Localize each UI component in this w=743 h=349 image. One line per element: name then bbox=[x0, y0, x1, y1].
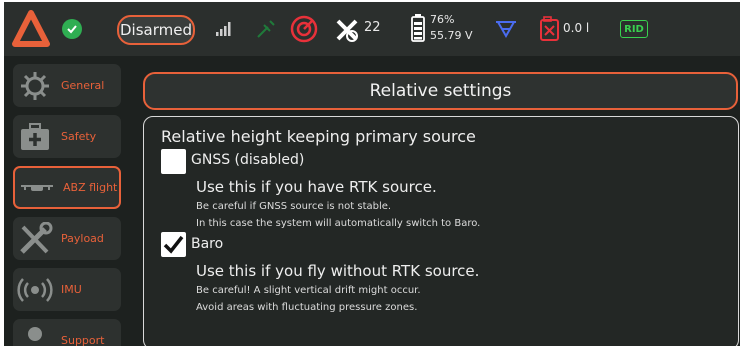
rc-link-icon bbox=[254, 17, 278, 41]
section-title: Relative height keeping primary source bbox=[161, 127, 476, 146]
support-icon bbox=[13, 322, 57, 347]
gnss-option-note: Be careful if GNSS source is not stable. bbox=[196, 201, 392, 212]
sidebar-item-imu[interactable]: IMU bbox=[13, 268, 121, 311]
remote-id-badge: RID bbox=[620, 20, 648, 38]
checkmark-icon bbox=[163, 235, 184, 254]
top-status-bar: Disarmed 22 76% 55.79 V 0.0 l RID bbox=[4, 2, 740, 56]
target-icon[interactable] bbox=[290, 15, 318, 43]
fuel-tank-icon bbox=[539, 16, 561, 42]
sidebar-item-support[interactable]: Support bbox=[13, 319, 121, 346]
sidebar-item-label: ABZ flight bbox=[63, 181, 118, 194]
battery-icon bbox=[411, 14, 425, 42]
tools-icon bbox=[13, 220, 57, 258]
settings-panel: Relative height keeping primary source G… bbox=[143, 116, 739, 346]
sidebar-item-label: General bbox=[61, 79, 105, 92]
sidebar-item-general[interactable]: General bbox=[13, 64, 121, 107]
satellite-count: 22 bbox=[364, 20, 381, 35]
arm-state-button[interactable]: Disarmed bbox=[117, 15, 195, 45]
app-screen: Disarmed 22 76% 55.79 V 0.0 l RID Genera… bbox=[4, 2, 740, 346]
sidebar-item-label: Support bbox=[61, 334, 105, 346]
network-icon bbox=[494, 17, 518, 41]
battery-voltage: 55.79 V bbox=[430, 29, 473, 42]
baro-checkbox[interactable] bbox=[161, 232, 186, 257]
sidebar-item-safety[interactable]: Safety bbox=[13, 115, 121, 158]
fuel-level: 0.0 l bbox=[563, 21, 590, 35]
gear-icon bbox=[13, 67, 57, 105]
sidebar-item-payload[interactable]: Payload bbox=[13, 217, 121, 260]
gnss-option-label: GNSS (disabled) bbox=[191, 152, 305, 168]
gnss-checkbox[interactable] bbox=[161, 149, 186, 174]
gnss-option-headline: Use this if you have RTK source. bbox=[196, 178, 437, 196]
sidebar-item-label: Safety bbox=[61, 130, 97, 143]
battery-percent: 76% bbox=[430, 13, 455, 26]
sidebar-item-label: IMU bbox=[61, 283, 82, 296]
baro-option-label: Baro bbox=[191, 236, 224, 252]
sidebar-item-label: Payload bbox=[61, 232, 104, 245]
first-aid-icon bbox=[13, 118, 57, 156]
gnss-option-note: In this case the system will automatical… bbox=[196, 218, 481, 229]
baro-option-note: Be careful! A slight vertical drift migh… bbox=[196, 285, 421, 296]
baro-option-headline: Use this if you fly without RTK source. bbox=[196, 262, 480, 280]
sidebar-item-abz-flight[interactable]: ABZ flight bbox=[13, 166, 121, 209]
broadcast-icon bbox=[13, 271, 57, 309]
signal-icon bbox=[214, 18, 236, 38]
drone-icon bbox=[15, 169, 59, 207]
baro-option-note: Avoid areas with fluctuating pressure zo… bbox=[196, 302, 418, 313]
status-ok-icon bbox=[62, 19, 82, 39]
app-logo-icon[interactable] bbox=[12, 10, 50, 48]
page-title: Relative settings bbox=[143, 72, 738, 110]
satellite-icon bbox=[334, 17, 360, 43]
